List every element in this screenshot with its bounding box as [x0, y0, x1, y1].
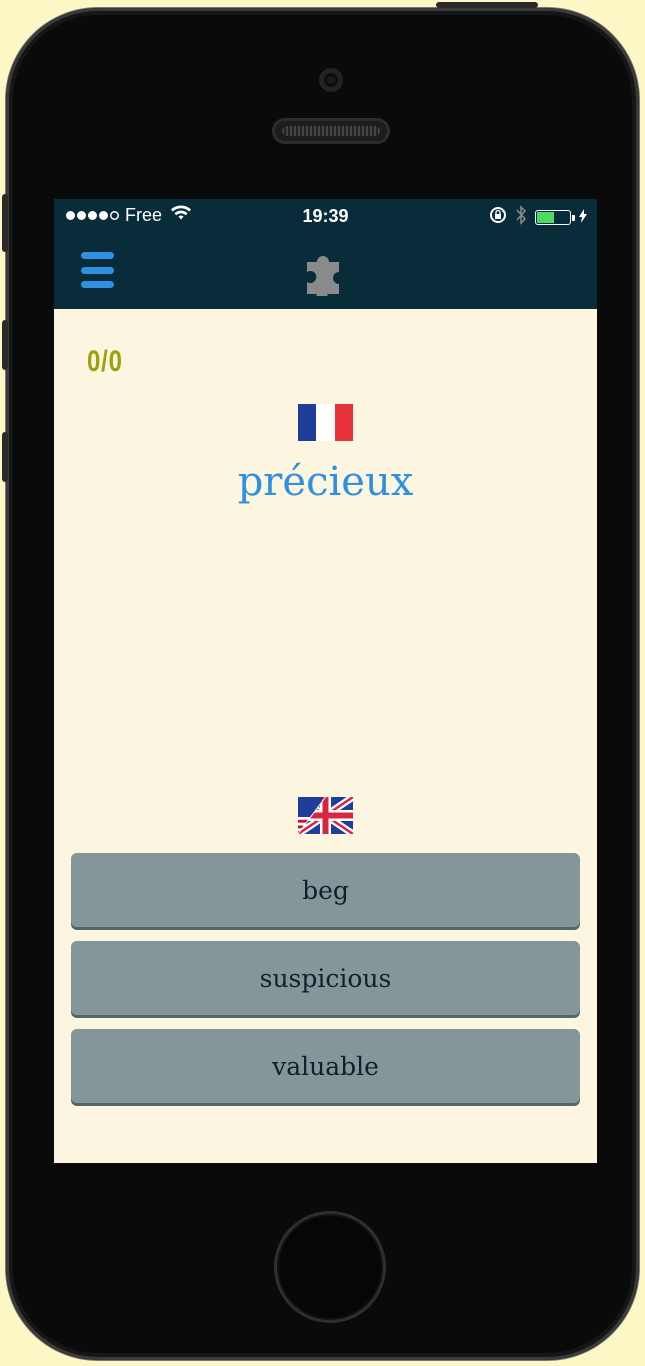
question-word: précieux [237, 459, 414, 505]
answer-button-3[interactable]: valuable [71, 1029, 580, 1103]
answer-label: beg [302, 875, 349, 905]
front-camera [319, 68, 343, 92]
answer-button-1[interactable]: beg [71, 853, 580, 927]
puzzle-piece-icon [307, 256, 339, 296]
power-button [436, 2, 538, 8]
rotation-lock-icon [489, 206, 507, 229]
battery-level [537, 212, 554, 223]
france-flag-icon [298, 404, 353, 441]
volume-down-button [2, 432, 8, 482]
bluetooth-icon [515, 205, 527, 230]
us-uk-flag-icon [298, 797, 353, 834]
hamburger-menu-icon[interactable] [81, 252, 114, 288]
home-button[interactable] [274, 1211, 386, 1323]
status-bar: Free 19:39 [54, 199, 597, 233]
score-counter: 0/0 [87, 345, 123, 378]
app-screen: Free 19:39 0/0 précieux beg suspicious v… [54, 199, 597, 1163]
quiz-area: 0/0 précieux beg suspicious valuable [54, 309, 597, 1163]
nav-bar [54, 233, 597, 309]
answer-button-2[interactable]: suspicious [71, 941, 580, 1015]
battery-icon [535, 210, 575, 225]
charging-bolt-icon [579, 207, 587, 228]
answer-label: valuable [272, 1051, 379, 1081]
earpiece-speaker [272, 118, 390, 144]
volume-up-button [2, 320, 8, 370]
mute-switch [2, 194, 8, 252]
answer-label: suspicious [259, 963, 392, 993]
